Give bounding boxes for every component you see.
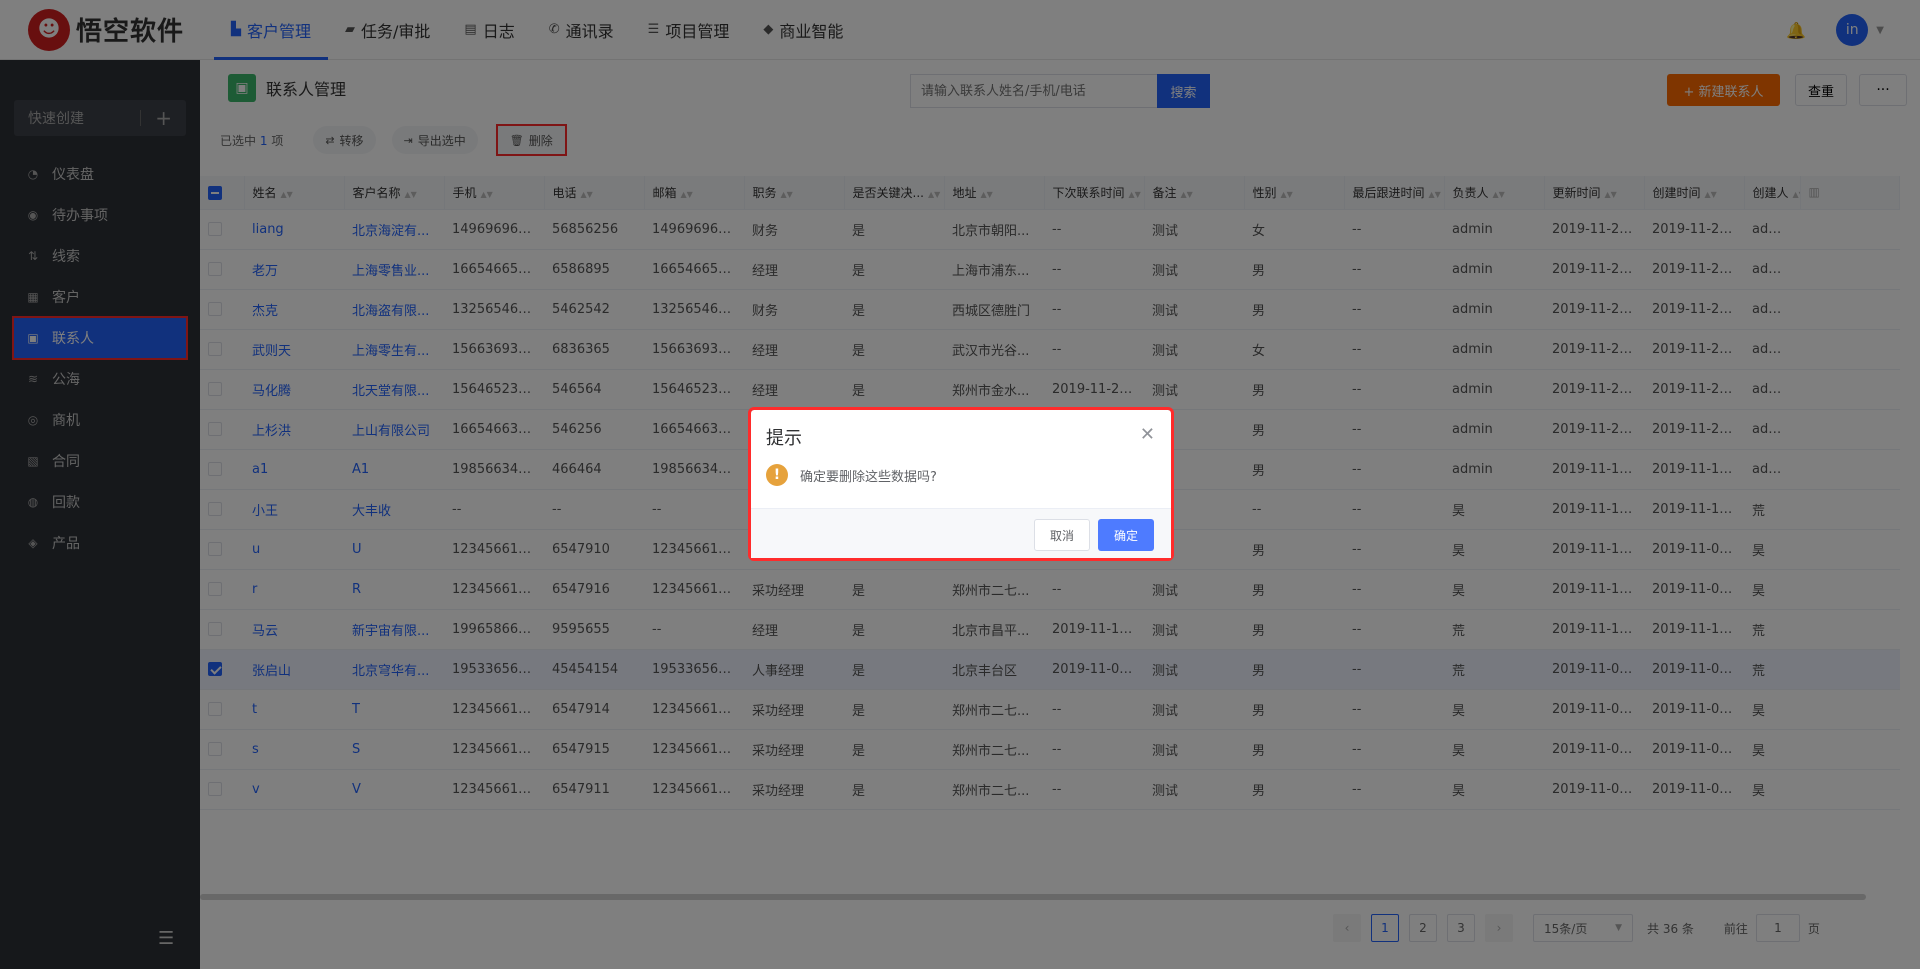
warning-icon: !: [766, 464, 788, 486]
close-icon[interactable]: ✕: [1140, 424, 1155, 445]
dialog-title: 提示: [766, 428, 802, 449]
dialog-message: 确定要删除这些数据吗?: [800, 469, 937, 485]
confirm-dialog: 提示 ✕ ! 确定要删除这些数据吗? 取消 确定: [748, 407, 1174, 561]
cancel-button[interactable]: 取消: [1034, 519, 1090, 551]
confirm-button[interactable]: 确定: [1098, 519, 1154, 551]
